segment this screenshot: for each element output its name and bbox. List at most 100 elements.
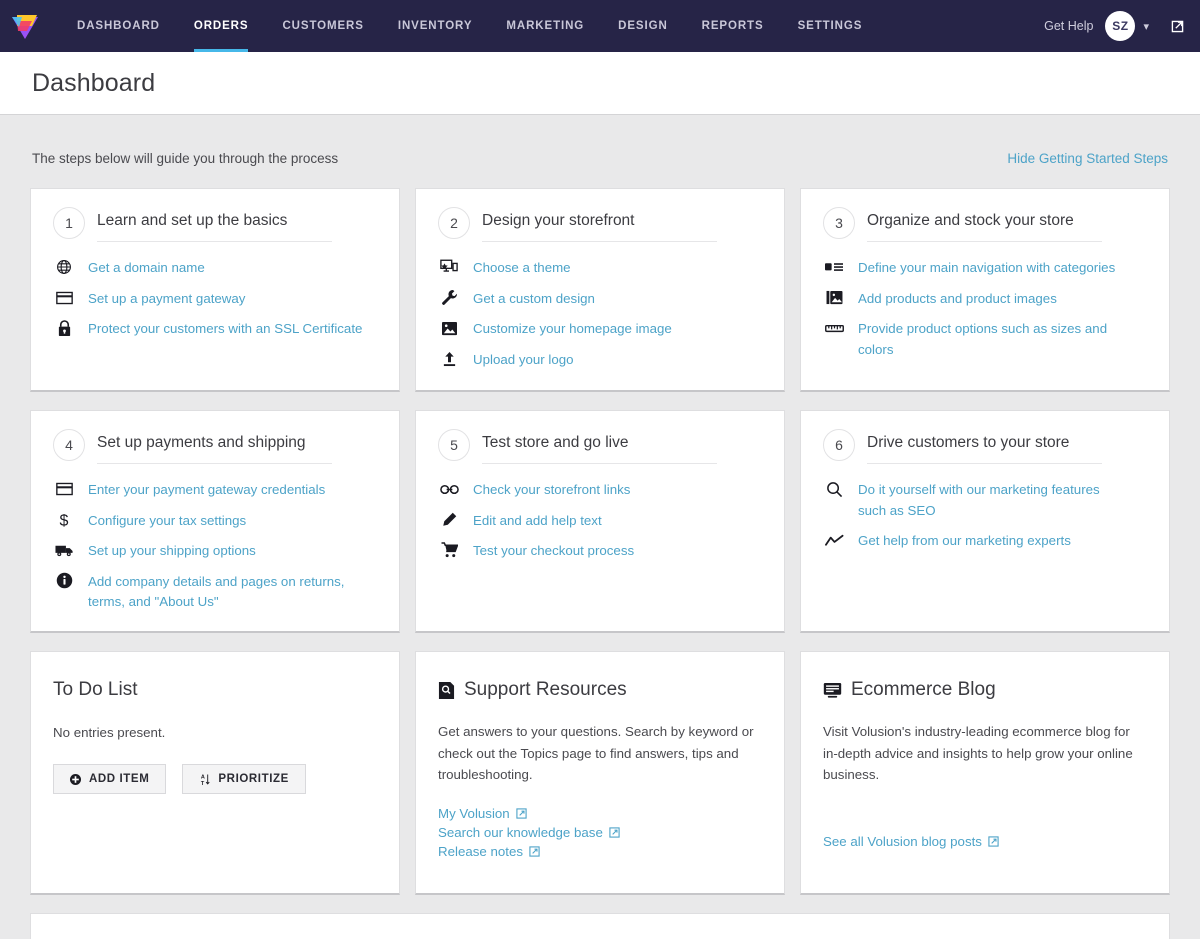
nav-item-design[interactable]: DESIGN <box>601 0 685 52</box>
step-header: 1 Learn and set up the basics <box>53 209 377 242</box>
step-link-label: Protect your customers with an SSL Certi… <box>88 319 362 340</box>
step-link-get-help-marketing-experts[interactable]: Get help from our marketing experts <box>823 531 1147 552</box>
external-link-icon <box>516 808 527 819</box>
nav-item-orders[interactable]: ORDERS <box>177 0 266 52</box>
support-link-label: My Volusion <box>438 806 510 821</box>
step-link-define-main-navigation[interactable]: Define your main navigation with categor… <box>823 258 1147 279</box>
devices-icon <box>438 258 460 276</box>
step-link-label: Do it yourself with our marketing featur… <box>858 480 1126 521</box>
step-link-protect-with-ssl[interactable]: Protect your customers with an SSL Certi… <box>53 319 377 340</box>
todo-list-card: To Do List No entries present. ADD ITEM … <box>30 651 400 895</box>
step-card-5: 5 Test store and go live Check your stor… <box>415 410 785 633</box>
step-link-label: Upload your logo <box>473 350 574 371</box>
next-panel-partial <box>30 913 1170 939</box>
nav-item-inventory[interactable]: INVENTORY <box>381 0 490 52</box>
nav-item-label: ORDERS <box>194 20 249 32</box>
page-title-bar: Dashboard <box>0 52 1200 115</box>
avatar[interactable]: SZ <box>1105 11 1135 41</box>
lock-icon <box>53 319 75 337</box>
step-title: Drive customers to your store <box>867 434 1102 464</box>
step-link-label: Test your checkout process <box>473 541 634 562</box>
volusion-gem-logo[interactable] <box>8 9 42 43</box>
nav-item-label: REPORTS <box>702 20 764 32</box>
step-link-get-a-custom-design[interactable]: Get a custom design <box>438 289 762 310</box>
blog-link-label: See all Volusion blog posts <box>823 834 982 849</box>
nav-item-marketing[interactable]: MARKETING <box>489 0 601 52</box>
blog-title-label: Ecommerce Blog <box>851 679 996 701</box>
support-title-label: Support Resources <box>464 679 627 701</box>
get-help-link[interactable]: Get Help <box>1044 19 1093 33</box>
step-card-6: 6 Drive customers to your store Do it yo… <box>800 410 1170 633</box>
search-icon <box>823 480 845 498</box>
support-link-release-notes[interactable]: Release notes <box>438 844 762 859</box>
blog-see-all-posts-link[interactable]: See all Volusion blog posts <box>823 834 1147 849</box>
image-icon <box>438 319 460 337</box>
step-link-label: Customize your homepage image <box>473 319 672 340</box>
credit-card-icon <box>53 289 75 307</box>
nav-item-settings[interactable]: SETTINGS <box>781 0 880 52</box>
step-title: Learn and set up the basics <box>97 212 332 242</box>
prioritize-button[interactable]: AT PRIORITIZE <box>182 764 306 794</box>
navigation-list-icon <box>823 258 845 276</box>
support-link-knowledge-base[interactable]: Search our knowledge base <box>438 825 762 840</box>
step-link-label: Edit and add help text <box>473 511 602 532</box>
step-header: 2 Design your storefront <box>438 209 762 242</box>
step-link-configure-tax-settings[interactable]: $ Configure your tax settings <box>53 511 377 532</box>
step-link-test-checkout-process[interactable]: Test your checkout process <box>438 541 762 562</box>
page-title: Dashboard <box>32 69 155 98</box>
step-links: Define your main navigation with categor… <box>823 258 1147 360</box>
hide-getting-started-steps-link[interactable]: Hide Getting Started Steps <box>1007 151 1168 166</box>
step-number-badge: 6 <box>823 429 855 461</box>
step-header: 5 Test store and go live <box>438 431 762 464</box>
step-link-enter-gateway-credentials[interactable]: Enter your payment gateway credentials <box>53 480 377 501</box>
add-item-button[interactable]: ADD ITEM <box>53 764 166 794</box>
nav-item-customers[interactable]: CUSTOMERS <box>265 0 380 52</box>
support-search-doc-icon <box>438 681 455 700</box>
step-link-choose-a-theme[interactable]: Choose a theme <box>438 258 762 279</box>
step-link-label: Enter your payment gateway credentials <box>88 480 325 501</box>
blog-body-text: Visit Volusion's industry-leading ecomme… <box>823 721 1147 786</box>
step-link-set-up-shipping-options[interactable]: Set up your shipping options <box>53 541 377 562</box>
step-link-edit-and-add-help-text[interactable]: Edit and add help text <box>438 511 762 532</box>
nav-item-label: CUSTOMERS <box>282 20 363 32</box>
step-link-add-company-details[interactable]: Add company details and pages on returns… <box>53 572 377 613</box>
external-link-icon <box>609 827 620 838</box>
step-link-label: Check your storefront links <box>473 480 630 501</box>
step-header: 6 Drive customers to your store <box>823 431 1147 464</box>
support-link-my-volusion[interactable]: My Volusion <box>438 806 762 821</box>
wrench-icon <box>438 289 460 307</box>
step-link-set-up-a-payment-gateway[interactable]: Set up a payment gateway <box>53 289 377 310</box>
step-link-upload-your-logo[interactable]: Upload your logo <box>438 350 762 371</box>
step-link-label: Choose a theme <box>473 258 571 279</box>
step-title: Design your storefront <box>482 212 717 242</box>
truck-icon <box>53 541 75 559</box>
nav-item-dashboard[interactable]: DASHBOARD <box>60 0 177 52</box>
open-storefront-icon[interactable] <box>1169 18 1186 35</box>
plus-circle-icon <box>70 774 81 785</box>
step-link-customize-homepage-image[interactable]: Customize your homepage image <box>438 319 762 340</box>
link-chain-icon <box>438 480 460 498</box>
getting-started-intro: The steps below will guide you through t… <box>32 151 338 166</box>
todo-list-title: To Do List <box>53 679 377 701</box>
support-link-label: Search our knowledge base <box>438 825 603 840</box>
step-link-label: Add company details and pages on returns… <box>88 572 368 613</box>
todo-empty-message: No entries present. <box>53 725 377 740</box>
globe-icon <box>53 258 75 276</box>
step-link-do-it-yourself-marketing[interactable]: Do it yourself with our marketing featur… <box>823 480 1147 521</box>
step-link-label: Set up your shipping options <box>88 541 256 562</box>
step-number-badge: 4 <box>53 429 85 461</box>
dashboard-grid: 1 Learn and set up the basics Get a doma… <box>30 188 1170 895</box>
step-link-label: Add products and product images <box>858 289 1057 310</box>
step-title: Test store and go live <box>482 434 717 464</box>
step-link-provide-product-options[interactable]: Provide product options such as sizes an… <box>823 319 1147 360</box>
svg-text:$: $ <box>60 512 69 529</box>
chevron-down-icon[interactable]: ▾ <box>1143 20 1149 33</box>
add-item-label: ADD ITEM <box>89 773 149 785</box>
step-link-check-storefront-links[interactable]: Check your storefront links <box>438 480 762 501</box>
nav-item-label: MARKETING <box>506 20 584 32</box>
step-link-add-products-and-images[interactable]: Add products and product images <box>823 289 1147 310</box>
nav-item-reports[interactable]: REPORTS <box>685 0 781 52</box>
step-link-get-a-domain-name[interactable]: Get a domain name <box>53 258 377 279</box>
trend-line-icon <box>823 531 845 549</box>
credit-card-icon <box>53 480 75 498</box>
